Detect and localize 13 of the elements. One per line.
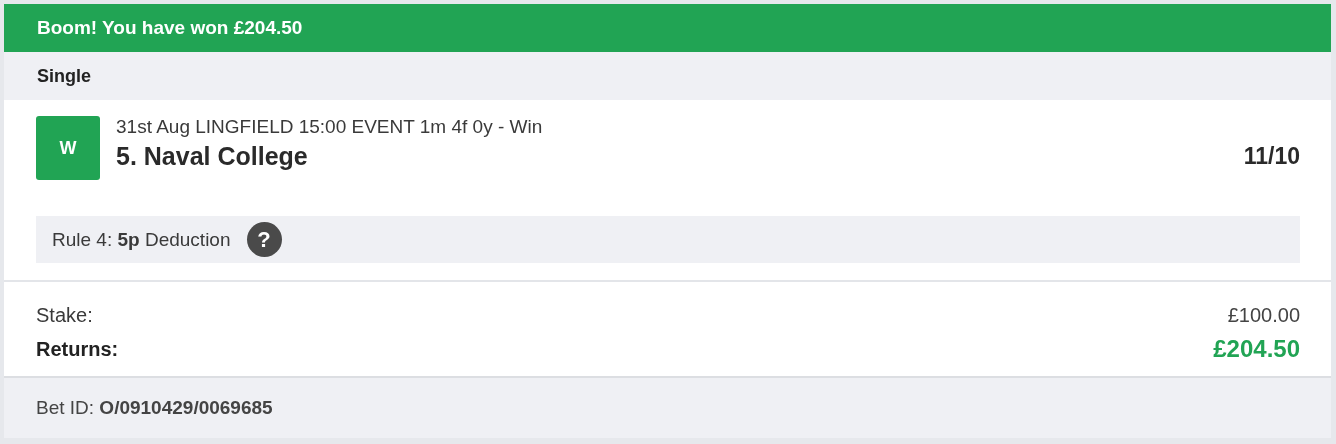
selection-name: 5. Naval College [116, 142, 308, 171]
event-name: 31st Aug LINGFIELD 15:00 EVENT 1m 4f 0y - Win [116, 116, 544, 138]
help-button[interactable]: ? [246, 222, 282, 257]
returns-label: Returns: [36, 337, 119, 361]
rule-4-text: Rule 4: 5p Deduction [52, 228, 231, 251]
stake-label: Stake: [36, 303, 93, 327]
bet-type: Single [37, 65, 91, 87]
bet-id: Bet ID: O/0910429/0069685 [36, 397, 273, 419]
returns-value: £204.50 [1213, 335, 1300, 363]
win-message: Boom! You have won £204.50 [37, 17, 303, 39]
stake-value: £100.00 [1227, 303, 1300, 327]
odds: 11/10 [1243, 143, 1300, 170]
result-badge: W [36, 116, 100, 180]
